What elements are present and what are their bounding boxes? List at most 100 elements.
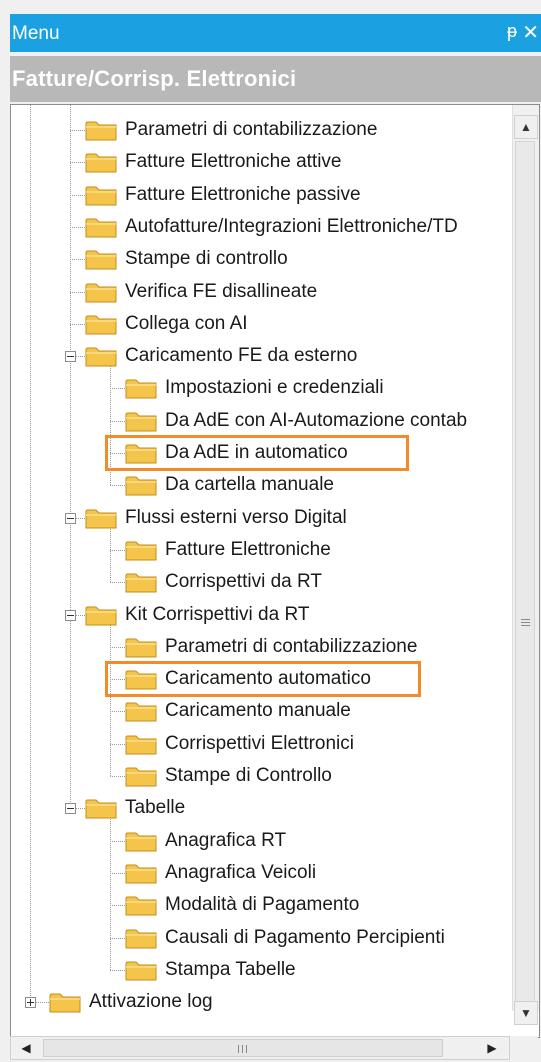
tree-item[interactable]: Fatture Elettroniche (125, 536, 331, 564)
tree-item-label: Fatture Elettroniche (165, 538, 331, 560)
tree-item[interactable]: Anagrafica RT (125, 827, 286, 855)
tree-item[interactable]: Stampe di Controllo (125, 762, 332, 790)
pin-icon[interactable]: ᵽ (507, 21, 517, 42)
section-header[interactable]: Fatture/Corrisp. Elettronici (10, 56, 541, 102)
folder-icon (125, 573, 157, 593)
tree-item[interactable]: Attivazione log (49, 988, 213, 1016)
tree-item[interactable]: Da AdE con AI-Automazione contab (125, 407, 467, 435)
grip-line (521, 625, 530, 626)
tree-item[interactable]: Kit Corrispettivi da RT (85, 601, 309, 629)
tree-item-label: Collega con AI (125, 312, 248, 334)
folder-icon (125, 961, 157, 981)
vertical-scroll-thumb[interactable] (515, 141, 535, 1011)
menu-tree: Parametri di contabilizzazione Fatture El… (10, 104, 540, 1038)
expand-toggle-icon[interactable] (25, 997, 36, 1009)
tree-item[interactable]: Tabelle (85, 794, 185, 822)
tree-item[interactable]: Fatture Elettroniche attive (85, 148, 342, 176)
tree-horizontal-line (110, 937, 125, 939)
highlight-box (105, 661, 421, 698)
arrow-left-icon: ◀ (21, 1041, 31, 1055)
collapse-toggle-icon[interactable] (65, 351, 76, 363)
tree-item[interactable]: Verifica FE disallineate (85, 278, 317, 306)
tree-item[interactable]: Impostazioni e credenziali (125, 374, 384, 402)
tree-item[interactable]: Anagrafica Veicoli (125, 859, 316, 887)
tree-vertical-line (110, 622, 111, 776)
scroll-left-button[interactable]: ◀ (13, 1037, 39, 1059)
tree-horizontal-line (70, 291, 85, 293)
folder-icon (125, 638, 157, 658)
tree-item[interactable]: Parametri di contabilizzazione (85, 116, 377, 144)
tree-item[interactable]: Stampe di controllo (85, 245, 288, 273)
folder-icon (125, 541, 157, 561)
tree-item-label: Da cartella manuale (165, 474, 334, 496)
collapse-toggle-icon[interactable] (65, 609, 76, 621)
tree-item[interactable]: Corrispettivi da RT (125, 568, 322, 596)
tree-item-label: Flussi esterni verso Digital (125, 506, 347, 528)
window-titlebar: Menu ᵽ ✕ (10, 14, 541, 52)
tree-item[interactable]: Caricamento manuale (125, 697, 351, 725)
tree-item[interactable]: Da cartella manuale (125, 471, 334, 499)
arrow-up-icon: ▲ (520, 120, 532, 134)
folder-icon (125, 767, 157, 787)
horizontal-scrollbar[interactable]: ◀ ▶ (10, 1036, 510, 1060)
folder-icon (125, 412, 157, 432)
tree-horizontal-line (70, 194, 85, 196)
tree-item-label: Caricamento manuale (165, 700, 351, 722)
tree-item-label: Kit Corrispettivi da RT (125, 603, 310, 625)
tree-horizontal-line (110, 969, 125, 971)
tree-item[interactable]: Stampa Tabelle (125, 956, 296, 984)
tree-vertical-line (70, 105, 71, 809)
horizontal-scroll-thumb[interactable] (43, 1039, 443, 1057)
vertical-scrollbar[interactable]: ▲ ▼ (512, 105, 539, 1025)
tree-horizontal-line (110, 549, 125, 551)
scroll-corner (510, 1036, 538, 1060)
tree-horizontal-line (110, 711, 125, 713)
folder-icon (125, 832, 157, 852)
tree-item[interactable]: Caricamento FE da esterno (85, 342, 357, 370)
highlight-box (105, 435, 409, 471)
tree-vertical-line (110, 816, 111, 970)
tree-horizontal-line (110, 840, 125, 842)
tree-item[interactable]: Parametri di contabilizzazione (125, 633, 417, 661)
folder-icon (85, 606, 117, 625)
folder-icon (125, 896, 157, 916)
tree-item[interactable]: Causali di Pagamento Percipienti (125, 924, 445, 952)
folder-icon (125, 476, 157, 496)
scroll-down-button[interactable]: ▼ (514, 1001, 538, 1025)
scroll-up-button[interactable]: ▲ (514, 115, 538, 139)
tree-horizontal-line (110, 582, 125, 584)
tree-item[interactable]: Fatture Elettroniche passive (85, 181, 361, 209)
grip-line (242, 1045, 243, 1053)
folder-icon (125, 702, 157, 722)
close-icon[interactable]: ✕ (522, 20, 539, 45)
tree-item-label: Stampa Tabelle (165, 958, 296, 980)
folder-icon (49, 993, 81, 1013)
collapse-toggle-icon[interactable] (65, 803, 76, 815)
tree-vertical-line (110, 525, 111, 583)
scroll-right-button[interactable]: ▶ (479, 1037, 505, 1059)
folder-icon (125, 735, 157, 755)
grip-line (521, 619, 530, 620)
tree-item[interactable]: Modalità di Pagamento (125, 891, 359, 919)
tree-horizontal-line (110, 872, 125, 874)
tree-horizontal-line (110, 420, 125, 422)
folder-icon (85, 153, 117, 173)
tree-item[interactable]: Corrispettivi Elettronici (125, 730, 354, 758)
tree-horizontal-line (70, 130, 85, 131)
menu-window: Menu ᵽ ✕ Fatture/Corrisp. Elettronici Pa… (0, 0, 541, 1062)
tree-item[interactable]: Flussi esterni verso Digital (85, 504, 347, 532)
folder-icon (125, 379, 157, 399)
tree-item-label: Stampe di Controllo (165, 765, 332, 786)
folder-icon (85, 509, 117, 529)
folder-icon (85, 121, 117, 141)
tree-item[interactable]: Collega con AI (85, 310, 248, 338)
tree-item[interactable]: Autofatture/Integrazioni Elettroniche/TD (85, 213, 458, 241)
tree-item-label: Attivazione log (89, 991, 213, 1013)
tree-item-label: Anagrafica Veicoli (165, 861, 317, 883)
folder-icon (85, 283, 117, 302)
folder-icon (85, 315, 117, 335)
tree-horizontal-line (70, 259, 85, 261)
tree-horizontal-line (70, 162, 85, 164)
collapse-toggle-icon[interactable] (65, 512, 76, 524)
grip-line (246, 1045, 247, 1053)
